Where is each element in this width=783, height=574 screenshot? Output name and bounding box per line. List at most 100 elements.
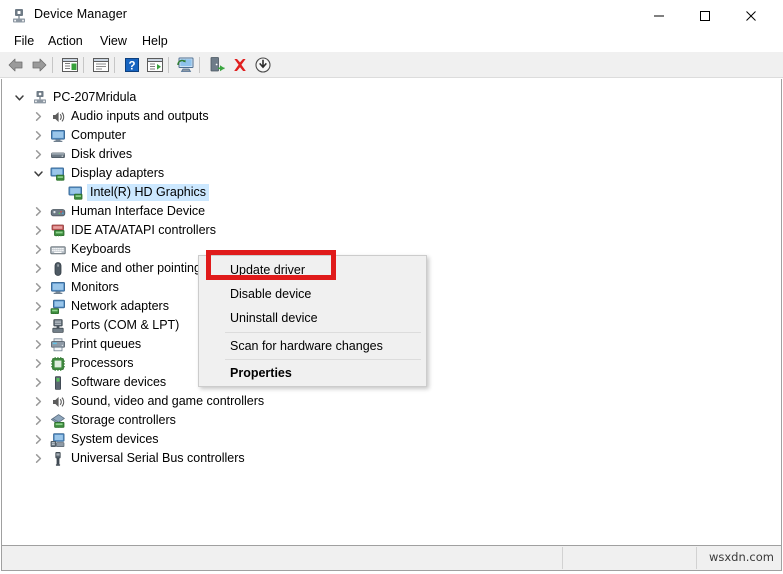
context-menu-item-scan-for-hardware-changes[interactable]: Scan for hardware changes [199,334,426,358]
processor-icon [50,356,66,372]
help-button[interactable]: ? [121,55,143,75]
tree-root-label: PC-207Mridula [53,89,136,106]
tree-item-system-devices[interactable]: System devices [2,430,781,449]
tree-item-ide-ata-atapi-controllers[interactable]: IDE ATA/ATAPI controllers [2,221,781,240]
computer-root-icon [32,90,48,106]
chevron-right-icon[interactable] [32,357,45,370]
window-title: Device Manager [34,7,127,21]
minimize-button[interactable] [636,0,682,31]
close-button[interactable] [728,0,774,31]
uninstall-device-icon [231,56,249,74]
tree-item-sound-video-and-game-controllers[interactable]: Sound, video and game controllers [2,392,781,411]
chevron-down-icon[interactable] [32,167,45,180]
toolbar-separator [168,57,169,73]
chevron-right-icon[interactable] [32,376,45,389]
tree-item-display-adapters[interactable]: Display adapters [2,164,781,183]
printer-icon [50,337,66,353]
chevron-right-icon[interactable] [32,433,45,446]
chevron-right-icon[interactable] [32,205,45,218]
software-device-icon [50,375,66,391]
chevron-right-icon[interactable] [32,338,45,351]
tree-root-row[interactable]: PC-207Mridula [2,88,781,107]
usb-icon [50,451,66,467]
properties-button[interactable] [90,55,112,75]
tree-item-disk-drives[interactable]: Disk drives [2,145,781,164]
menu-bar: File Action View Help [0,31,783,52]
tree-item-label: Keyboards [71,241,131,258]
tree-item-label: Computer [71,127,126,144]
device-tree[interactable]: PC-207Mridula Audio inputs and outputs [1,79,782,545]
chevron-right-icon[interactable] [32,300,45,313]
tree-item-audio-inputs-and-outputs[interactable]: Audio inputs and outputs [2,107,781,126]
tree-item-intel-hd-graphics[interactable]: Intel(R) HD Graphics [2,183,781,202]
tree-item-human-interface-device[interactable]: Human Interface Device [2,202,781,221]
disable-device-icon [254,56,272,74]
menu-view[interactable]: View [95,33,132,50]
chevron-right-icon[interactable] [32,224,45,237]
back-button[interactable] [5,55,27,75]
speaker-icon [50,109,66,125]
chevron-down-icon[interactable] [13,91,26,104]
context-menu[interactable]: Update driver Disable device Uninstall d… [198,255,427,387]
context-menu-separator [225,359,421,360]
network-adapter-icon [50,299,66,315]
action-menu-button[interactable] [144,55,166,75]
context-menu-item-update-driver[interactable]: Update driver [199,258,426,282]
tree-item-label: Display adapters [71,165,164,182]
tree-item-storage-controllers[interactable]: Storage controllers [2,411,781,430]
status-panel-1 [2,546,562,570]
tree-item-computer[interactable]: Computer [2,126,781,145]
chevron-right-icon[interactable] [32,243,45,256]
chevron-right-icon[interactable] [32,319,45,332]
maximize-button[interactable] [682,0,728,31]
context-menu-item-disable-device[interactable]: Disable device [199,282,426,306]
context-menu-separator [225,332,421,333]
display-adapter-icon [68,185,84,201]
storage-controller-icon [50,413,66,429]
update-driver-button[interactable] [206,55,228,75]
tree-item-universal-serial-bus-controllers[interactable]: Universal Serial Bus controllers [2,449,781,468]
mouse-icon [50,261,66,277]
minimize-icon [653,10,665,22]
chevron-right-icon[interactable] [32,395,45,408]
chevron-right-icon[interactable] [32,129,45,142]
tree-item-label: Software devices [71,374,166,391]
tree-item-label: Storage controllers [71,412,176,429]
toolbar-separator [52,57,53,73]
scan-for-hardware-changes-button[interactable] [175,55,197,75]
chevron-right-icon[interactable] [32,110,45,123]
monitor-icon [50,280,66,296]
speaker-icon [50,394,66,410]
svg-text:?: ? [128,60,135,72]
chevron-right-icon[interactable] [32,262,45,275]
tree-item-label: Human Interface Device [71,203,205,220]
tree-item-label: Processors [71,355,134,372]
toolbar-separator [114,57,115,73]
maximize-icon [699,10,711,22]
forward-button[interactable] [28,55,50,75]
tree-item-label: System devices [71,431,159,448]
chevron-right-icon[interactable] [32,148,45,161]
device-manager-icon [11,8,27,24]
status-divider [696,547,697,569]
menu-action[interactable]: Action [43,33,88,50]
chevron-right-icon[interactable] [32,452,45,465]
context-menu-item-uninstall-device[interactable]: Uninstall device [199,306,426,330]
show-hide-console-tree-button[interactable] [59,55,81,75]
scan-for-hardware-changes-icon [176,56,196,74]
chevron-right-icon[interactable] [32,281,45,294]
tree-item-label: Audio inputs and outputs [71,108,209,125]
status-panel-2 [563,546,696,570]
context-menu-item-properties[interactable]: Properties [199,361,426,385]
disable-device-button[interactable] [252,55,274,75]
tree-item-label: Ports (COM & LPT) [71,317,179,334]
uninstall-device-button[interactable] [229,55,251,75]
back-icon [7,57,25,73]
toolbar-separator [83,57,84,73]
monitor-icon [50,128,66,144]
menu-file[interactable]: File [9,33,39,50]
update-driver-icon [208,56,226,74]
menu-help[interactable]: Help [137,33,173,50]
chevron-right-icon[interactable] [32,414,45,427]
ide-controller-icon [50,223,66,239]
